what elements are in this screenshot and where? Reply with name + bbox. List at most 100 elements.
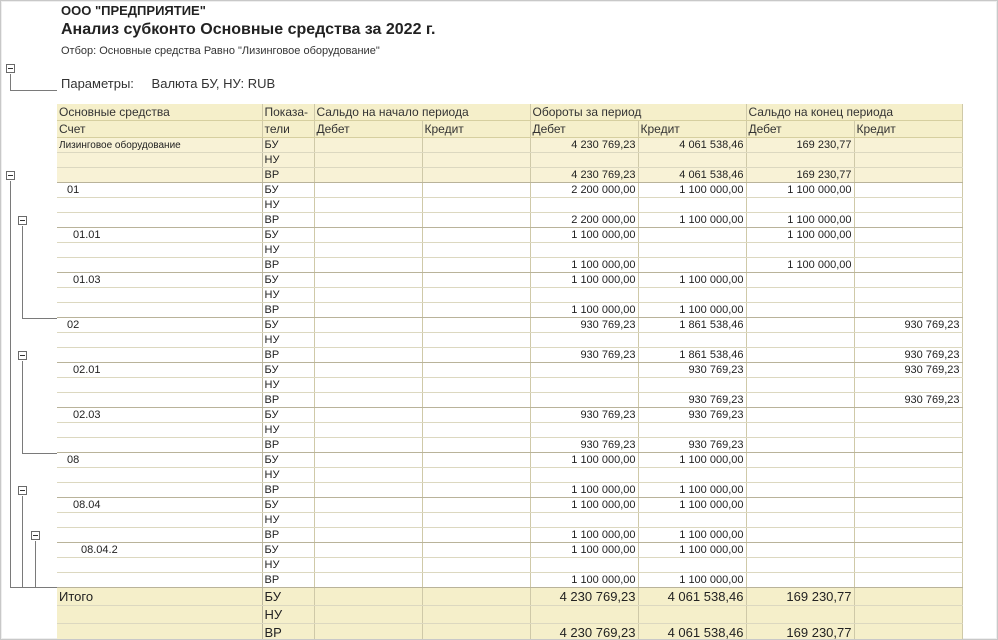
value-cell <box>854 482 963 498</box>
filter-text: Отбор: Основные средства Равно "Лизингов… <box>61 45 380 57</box>
value-cell <box>746 347 855 363</box>
value-cell <box>422 317 531 333</box>
value-cell <box>854 605 963 624</box>
value-cell <box>530 605 639 624</box>
value-cell: 1 100 000,00 <box>530 272 639 288</box>
header-row-1: Основные средства Показа- Сальдо на начало… <box>57 104 963 121</box>
value-cell <box>530 242 639 258</box>
header-cell: Сальдо на конец периода <box>746 104 963 121</box>
account-cell <box>57 437 263 453</box>
value-cell <box>746 332 855 348</box>
table-row: НУ <box>57 242 963 258</box>
value-cell <box>854 167 963 183</box>
parameters-value: Валюта БУ, НУ: RUB <box>151 76 276 91</box>
value-cell <box>530 512 639 528</box>
value-cell <box>854 407 963 423</box>
value-cell <box>422 197 531 213</box>
collapse-icon[interactable] <box>18 486 27 495</box>
value-cell: 930 769,23 <box>638 437 747 453</box>
value-cell: 169 230,77 <box>746 623 855 639</box>
indicator-cell: НУ <box>262 197 315 213</box>
value-cell: 1 100 000,00 <box>746 212 855 228</box>
value-cell <box>422 392 531 408</box>
indicator-cell: НУ <box>262 422 315 438</box>
value-cell <box>314 287 423 303</box>
grouping-gutter <box>1 1 58 639</box>
value-cell <box>746 317 855 333</box>
value-cell <box>638 512 747 528</box>
value-cell <box>314 137 423 153</box>
collapse-icon[interactable] <box>18 351 27 360</box>
value-cell <box>854 302 963 318</box>
value-cell: 1 100 000,00 <box>530 527 639 543</box>
value-cell: 1 100 000,00 <box>638 452 747 468</box>
value-cell <box>638 197 747 213</box>
account-cell: 01.01 <box>57 227 263 243</box>
value-cell <box>746 557 855 573</box>
value-cell <box>638 557 747 573</box>
value-cell: 1 100 000,00 <box>530 302 639 318</box>
collapse-icon[interactable] <box>18 216 27 225</box>
value-cell <box>854 227 963 243</box>
value-cell <box>314 272 423 288</box>
account-cell <box>57 242 263 258</box>
indicator-cell: НУ <box>262 242 315 258</box>
table-row: ВР 4 230 769,23 4 061 538,46 169 230,77 <box>57 167 963 183</box>
value-cell <box>314 467 423 483</box>
table-row: 01.01 БУ 1 100 000,00 1 100 000,00 <box>57 227 963 243</box>
account-cell <box>57 347 263 363</box>
value-cell <box>746 287 855 303</box>
account-cell <box>57 152 263 168</box>
value-cell: 1 100 000,00 <box>530 542 639 558</box>
indicator-cell: БУ <box>262 137 315 153</box>
indicator-cell: ВР <box>262 302 315 318</box>
table-row: ВР 4 230 769,23 4 061 538,46 169 230,77 <box>57 623 963 639</box>
value-cell <box>422 272 531 288</box>
value-cell <box>314 482 423 498</box>
value-cell <box>638 257 747 273</box>
value-cell: 4 061 538,46 <box>638 167 747 183</box>
value-cell <box>854 212 963 228</box>
header-cell: Показа- <box>262 104 315 121</box>
value-cell: 2 200 000,00 <box>530 212 639 228</box>
value-cell <box>422 482 531 498</box>
value-cell <box>422 452 531 468</box>
header-cell: Кредит <box>854 120 963 138</box>
value-cell <box>422 587 531 606</box>
value-cell <box>854 197 963 213</box>
indicator-cell: НУ <box>262 557 315 573</box>
value-cell: 169 230,77 <box>746 167 855 183</box>
value-cell <box>854 182 963 198</box>
indicator-cell: БУ <box>262 362 315 378</box>
value-cell <box>638 605 747 624</box>
value-cell <box>854 467 963 483</box>
value-cell: 930 769,23 <box>854 362 963 378</box>
value-cell: 1 100 000,00 <box>530 497 639 513</box>
table-row: НУ <box>57 557 963 573</box>
value-cell <box>854 287 963 303</box>
value-cell <box>314 422 423 438</box>
indicator-cell: НУ <box>262 377 315 393</box>
table-row: НУ <box>57 377 963 393</box>
account-cell <box>57 212 263 228</box>
table-row: ВР 930 769,23 1 861 538,46 930 769,23 <box>57 347 963 363</box>
value-cell <box>746 152 855 168</box>
collapse-icon[interactable] <box>6 64 15 73</box>
value-cell: 930 769,23 <box>530 317 639 333</box>
value-cell <box>422 557 531 573</box>
value-cell <box>314 182 423 198</box>
table-row: ВР 930 769,23 930 769,23 <box>57 437 963 453</box>
value-cell <box>314 152 423 168</box>
value-cell: 1 861 538,46 <box>638 317 747 333</box>
table-row: НУ <box>57 332 963 348</box>
collapse-icon[interactable] <box>6 171 15 180</box>
value-cell: 1 100 000,00 <box>638 572 747 588</box>
table-row: Лизинговое оборудование БУ 4 230 769,23 4 0… <box>57 137 963 153</box>
value-cell <box>854 587 963 606</box>
collapse-icon[interactable] <box>31 531 40 540</box>
value-cell <box>314 302 423 318</box>
indicator-cell: НУ <box>262 467 315 483</box>
indicator-cell: БУ <box>262 497 315 513</box>
value-cell <box>854 623 963 639</box>
indicator-cell: ВР <box>262 482 315 498</box>
